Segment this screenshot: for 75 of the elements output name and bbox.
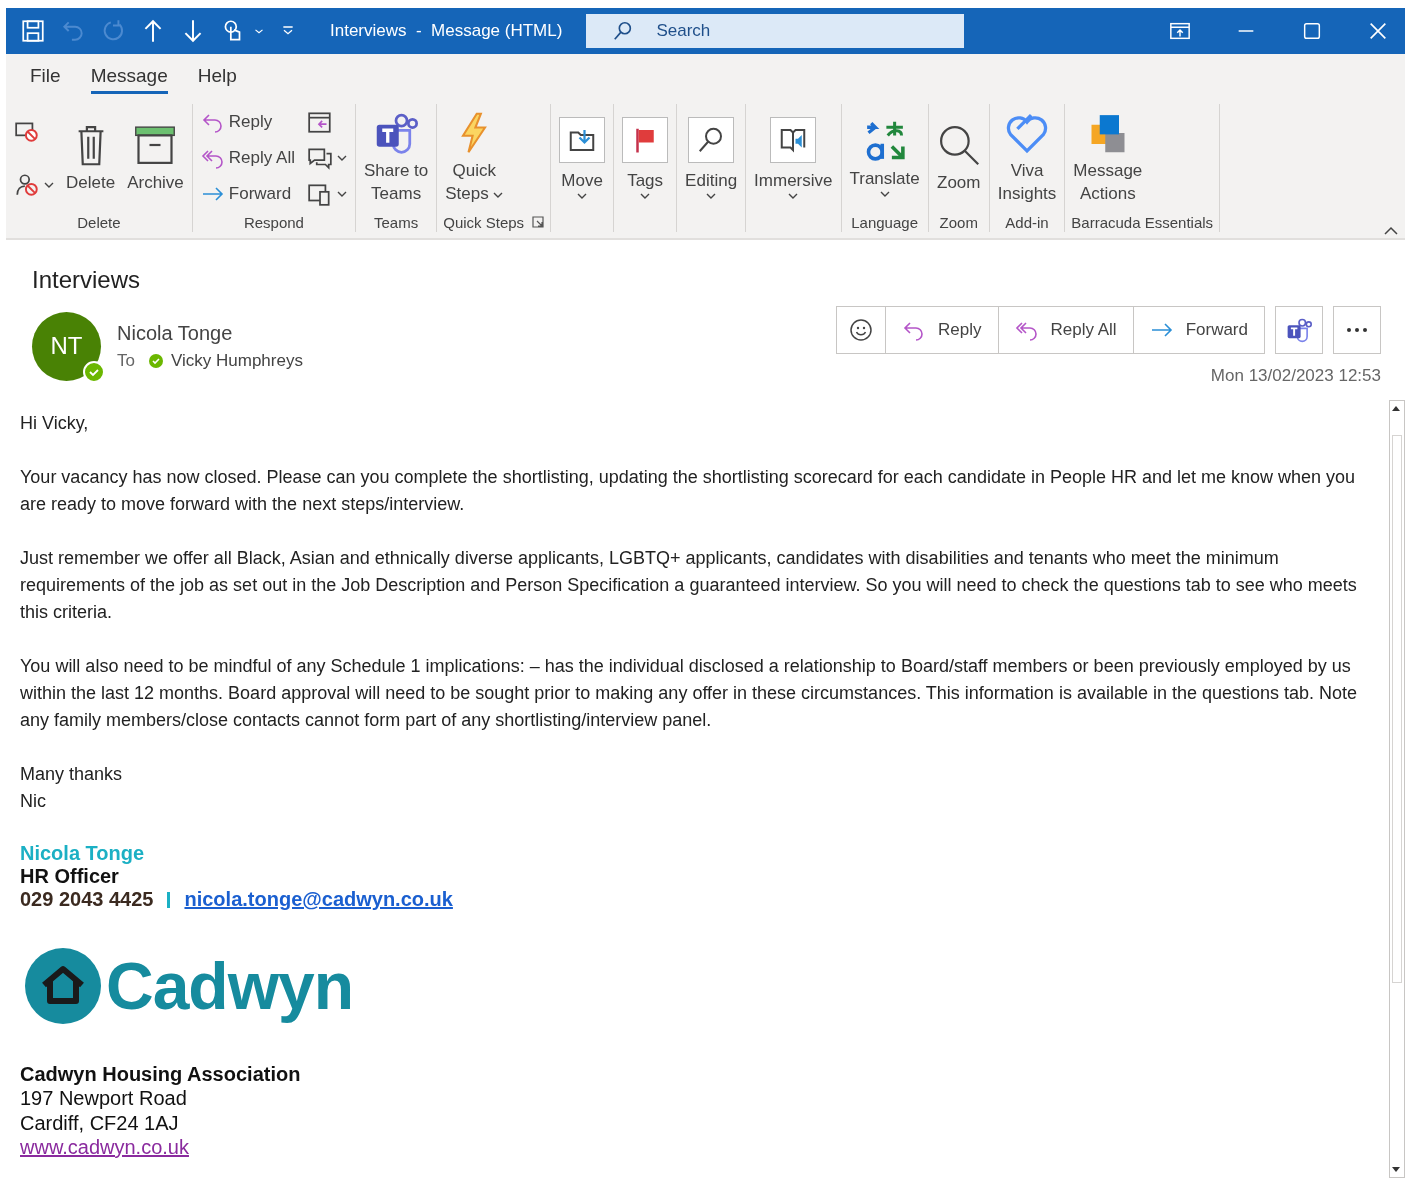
group-label: Language [851,213,918,231]
ribbon-button[interactable]: Move [557,112,608,204]
smiley-icon [849,318,874,342]
block-person-icon [14,172,40,198]
sender-name: Nicola Tonge [117,321,234,345]
ribbon-button[interactable]: Immersive [752,112,835,204]
close-icon[interactable] [1367,20,1389,42]
ribbon-button[interactable]: Share to Teams [361,107,431,209]
ribbon-button[interactable]: Archive [125,118,186,198]
teams-icon [1286,317,1312,343]
message-paragraph: You will also need to be mindful of any Schedule 1 implications: – has the individual disclosed a relationship to Board/staff members or been previously employed by us within the last 12 months. Board approval will need to be sought prior to making any offer in these circumstances. This information is available in the questions tab. Note any family members/close contacts cannot form part of any shortlisting/interview panel. [20,655,1359,732]
ribbon-button[interactable]: Translate [847,114,922,202]
heart-icon [1005,111,1050,155]
teams-button[interactable] [1275,306,1323,354]
address-line: Cardiff, CF24 1AJ [20,1111,180,1136]
chevron-down-icon [706,191,717,200]
group-label: Add-in [1005,213,1049,231]
group-label: Respond [243,213,304,231]
window-title: Interviews - Message (HTML) [330,21,563,41]
message-paragraph: Many thanks Nic [20,763,124,813]
house-circle-icon [24,947,102,1025]
group-label: Delete [77,213,121,231]
menu-tab[interactable]: File [30,60,61,94]
signature-name: Nicola Tonge [20,842,146,865]
chevron-down-icon [336,154,347,162]
chat-icon [306,145,333,171]
launcher-icon[interactable] [532,216,545,228]
ribbon-button[interactable]: Viva Insights [995,107,1059,209]
group-label: Quick Steps [443,213,525,231]
message-paragraph: Hi Vicky, [20,412,90,435]
address-line: 197 Newport Road [20,1086,188,1111]
more-icon [1346,327,1368,333]
chevron-down-icon [577,191,588,200]
display-options-icon[interactable] [1169,20,1191,42]
organisation-name: Cadwyn Housing Association [20,1063,302,1086]
collapse-icon[interactable] [1383,224,1399,236]
group-label: Teams [374,213,419,231]
message-subject: Interviews [32,266,142,294]
device-icon [306,181,333,207]
chevron-down-icon [788,191,799,200]
group-label: Barracuda Essentials [1071,213,1214,231]
signature-job-title: HR Officer [20,865,120,888]
ribbon-button[interactable]: Tags [620,112,671,204]
website-link[interactable]: www.cadwyn.co.uk [20,1136,189,1158]
ribbon-button[interactable]: Message Actions [1071,107,1145,209]
logo: Cadwyn [24,947,1375,1025]
ribbon-button[interactable]: Forward [198,180,297,208]
chevron-down-icon [493,191,504,199]
scrollbar[interactable] [1389,400,1405,1178]
chevron-down-icon [879,189,890,198]
ribbon-button[interactable]: Quick Steps [443,107,506,209]
ribbon-button[interactable]: Reply [198,108,297,136]
chevron-down-icon [44,181,54,189]
group-label: Zoom [939,213,978,231]
chevron-down-icon [640,191,651,200]
to-label: To [117,350,135,371]
ribbon-button[interactable]: Zoom [934,118,983,198]
chevron-down-icon [336,190,347,198]
message-paragraph: Your vacancy has now closed. Please can you complete the shortlisting, updating the shortlisting scorecard for each candidate in People HR and let me know when you are ready to move forward with the next steps/interview. [20,466,1357,516]
calendar-reply-icon [306,109,333,135]
ribbon-button[interactable]: Delete [64,118,118,198]
menu-tab[interactable]: Help [197,60,237,94]
search-field[interactable]: Search [586,14,965,48]
ribbon-button[interactable]: Editing [683,112,740,204]
email-link[interactable]: nicola.tonge@cadwyn.co.uk [184,888,453,911]
maximize-icon[interactable] [1301,20,1323,42]
separator-bar [167,891,171,908]
teams-icon [374,111,419,155]
save-icon[interactable] [20,18,46,44]
menu-tab[interactable]: Message [90,60,168,94]
ribbon-button[interactable]: Reply All [198,144,297,172]
message-paragraph: Just remember we offer all Black, Asian and ethnically diverse applicants, LGBTQ+ applicants, candidates with disabilities and tenants who meet the minimum requirements of the job as set out in the Job Description and Person Specification a guaranteed interview. So you will need to check the questions tab to see who meets this criteria. [20,547,1358,624]
signature-phone: 029 2043 4425 [20,888,154,911]
message-date: Mon 13/02/2023 12:53 [1210,366,1381,386]
recipient-name[interactable]: Vicky Humphreys [170,350,303,371]
